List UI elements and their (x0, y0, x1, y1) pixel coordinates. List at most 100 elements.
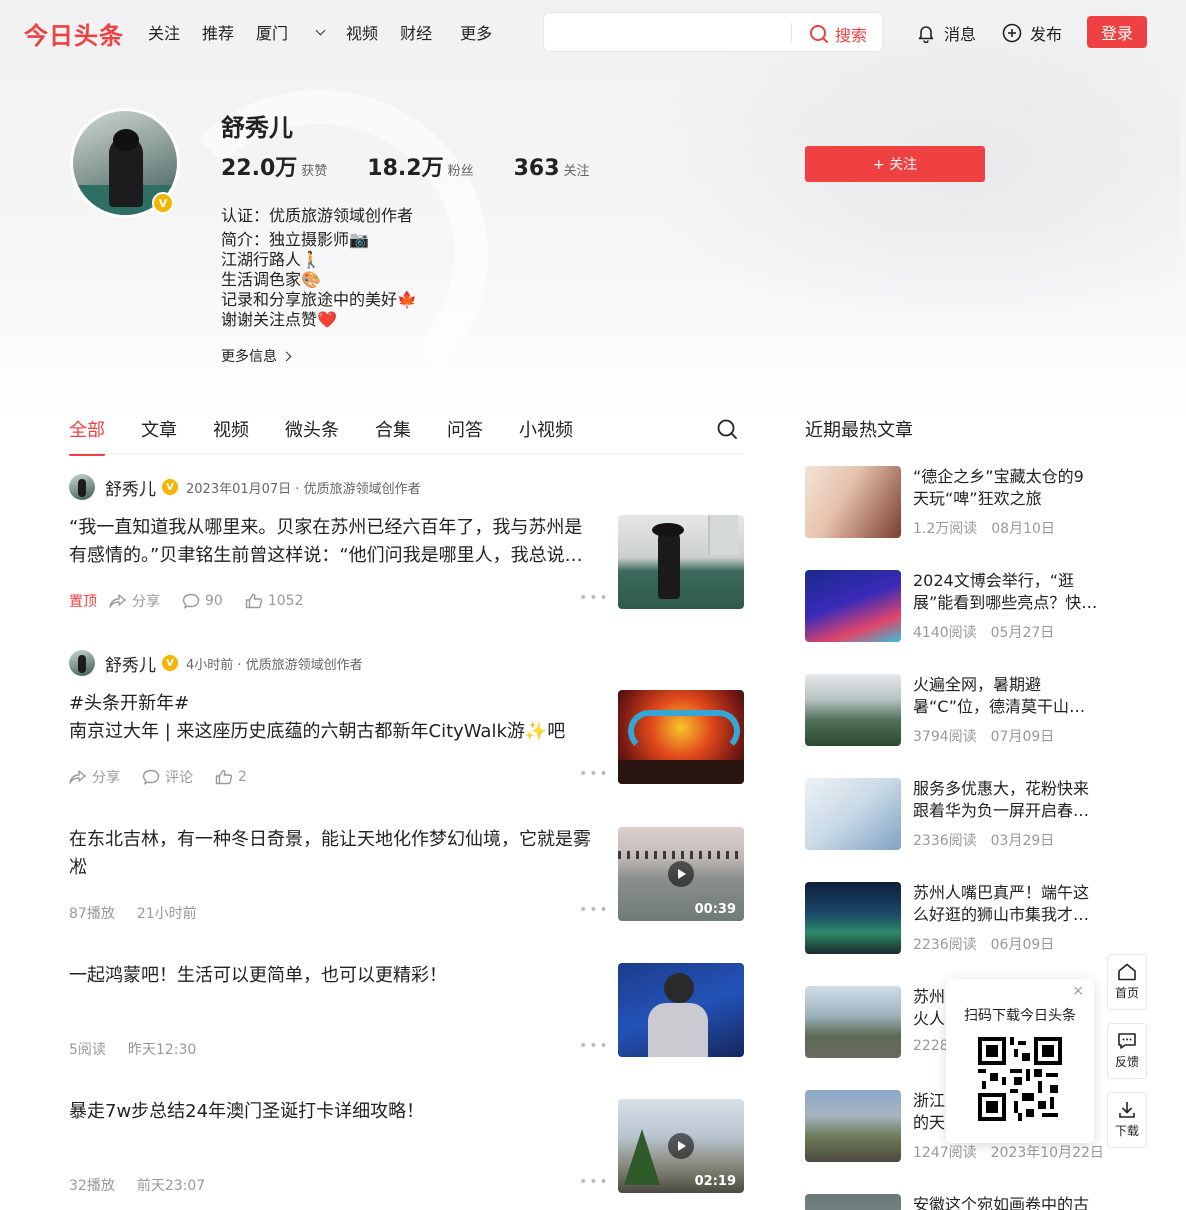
close-icon[interactable]: × (1072, 983, 1084, 999)
hot-article-thumbnail[interactable] (805, 466, 901, 538)
play-icon[interactable] (668, 861, 694, 887)
feed-thumbnail[interactable] (618, 963, 744, 1057)
tab-search-button[interactable] (716, 418, 738, 444)
hot-article-title[interactable]: 2024文博会举行，“逛展”能看到哪些亮点？快来看看吧 (913, 570, 1099, 614)
search-input[interactable] (554, 21, 788, 45)
feed-item[interactable]: 一起鸿蒙吧！生活可以更简单，也可以更精彩！ 5阅读 昨天12:30 ••• (69, 962, 745, 1062)
hot-article-reads: 2336阅读 (913, 833, 977, 849)
comment-icon (142, 769, 160, 785)
more-options-icon[interactable]: ••• (579, 902, 610, 918)
feed-text[interactable]: 在东北吉林，有一种冬日奇景，能让天地化作梦幻仙境，它就是雾凇 (69, 826, 599, 882)
hot-article-thumbnail[interactable] (805, 570, 901, 642)
tab-articles[interactable]: 文章 (141, 416, 177, 456)
video-thumbnail[interactable]: 00:39 (618, 827, 744, 921)
feed-text[interactable]: #头条开新年# 南京过大年 | 来这座历史底蕴的六朝古都新年CityWalk游✨… (69, 690, 599, 746)
play-icon[interactable] (668, 1133, 694, 1159)
author-avatar[interactable] (69, 474, 95, 500)
feed-stats: 5阅读 昨天12:30 (69, 1039, 218, 1059)
comment-button[interactable]: 90 (182, 593, 223, 609)
nav-item-recommend[interactable]: 推荐 (202, 20, 234, 44)
stat-following[interactable]: 363 关注 (514, 156, 590, 181)
feed-text[interactable]: “我一直知道我从哪里来。贝家在苏州已经六百年了，我与苏州是有感情的。”贝聿铭生前… (69, 514, 599, 570)
hot-article-thumbnail[interactable] (805, 882, 901, 954)
author-name[interactable]: 舒秀儿 (105, 475, 156, 500)
feed-item[interactable]: 在东北吉林，有一种冬日奇景，能让天地化作梦幻仙境，它就是雾凇 87播放 21小时… (69, 826, 745, 926)
nav-item-finance[interactable]: 财经 (400, 20, 432, 44)
nav-item-more[interactable]: 更多 (460, 20, 492, 44)
tab-collections[interactable]: 合集 (375, 416, 411, 456)
more-options-icon[interactable]: ••• (579, 590, 610, 606)
search-button-label: 搜索 (835, 26, 868, 45)
logo[interactable]: 今日头条 (24, 16, 124, 51)
hot-article-thumbnail[interactable] (805, 674, 901, 746)
hot-article[interactable]: 安徽这个宛如画卷中的古 (805, 1194, 1105, 1210)
play-count: 32播放 (69, 1178, 115, 1194)
hot-article-title[interactable]: 安徽这个宛如画卷中的古 (913, 1194, 1099, 1210)
qr-code-icon (978, 1037, 1062, 1121)
share-button[interactable]: 分享 (109, 591, 160, 611)
tab-all[interactable]: 全部 (69, 416, 105, 456)
hot-article-title[interactable]: “德企之乡”宝藏太仓的9天玩“啤”狂欢之旅 (913, 466, 1099, 510)
hot-article-thumbnail[interactable] (805, 986, 901, 1058)
nav-item-video[interactable]: 视频 (346, 20, 378, 44)
more-options-icon[interactable]: ••• (579, 1038, 610, 1054)
tab-qa[interactable]: 问答 (447, 416, 483, 456)
home-side-label: 首页 (1114, 986, 1139, 1000)
more-options-icon[interactable]: ••• (579, 766, 610, 782)
feed-text[interactable]: 暴走7w步总结24年澳门圣诞打卡详细攻略！ (69, 1098, 599, 1126)
nav-item-follow[interactable]: 关注 (148, 20, 180, 44)
hot-article-title[interactable]: 服务多优惠大，花粉快来跟着华为负一屏开启春日之旅 (913, 778, 1099, 822)
download-side-button[interactable]: 下载 (1107, 1092, 1147, 1148)
hot-article-date: 08月10日 (991, 521, 1055, 537)
hot-article[interactable]: 服务多优惠大，花粉快来跟着华为负一屏开启春日之旅 2336阅读 03月29日 (805, 778, 1105, 852)
like-button[interactable]: 2 (215, 769, 247, 785)
feed-item[interactable]: 舒秀儿 V 4小时前 · 优质旅游领域创作者 #头条开新年# 南京过大年 | 来… (69, 650, 745, 800)
hot-article[interactable]: 苏州人嘴巴真严！端午这么好逛的狮山市集我才知道 2236阅读 06月09日 (805, 882, 1105, 956)
search-button[interactable]: 搜索 (809, 22, 867, 46)
hot-article-title-line: 浙江 (913, 1091, 946, 1110)
feed-thumbnail[interactable] (618, 690, 744, 784)
login-button[interactable]: 登录 (1087, 16, 1147, 48)
publish-button[interactable]: 发布 (1002, 21, 1062, 45)
more-info-link[interactable]: 更多信息 (221, 346, 292, 366)
tab-micro[interactable]: 微头条 (285, 416, 339, 456)
tab-videos[interactable]: 视频 (213, 416, 249, 456)
thumbnail-hat (652, 523, 684, 537)
hot-article-thumbnail[interactable] (805, 1090, 901, 1162)
comment-button[interactable]: 评论 (142, 767, 193, 787)
hot-article[interactable]: 火遍全网，暑期避暑“C”位，德清莫干山到底掌握了什么秘诀 3794阅读 07月09… (805, 674, 1105, 748)
hot-article[interactable]: “德企之乡”宝藏太仓的9天玩“啤”狂欢之旅 1.2万阅读 08月10日 (805, 466, 1105, 540)
chevron-right-icon (281, 351, 292, 361)
hot-article-title[interactable]: 火遍全网，暑期避暑“C”位，德清莫干山到底掌握了什么秘诀 (913, 674, 1099, 718)
more-options-icon[interactable]: ••• (579, 1174, 610, 1190)
feed-text[interactable]: 一起鸿蒙吧！生活可以更简单，也可以更精彩！ (69, 962, 599, 990)
feed-item[interactable]: 暴走7w步总结24年澳门圣诞打卡详细攻略！ 32播放 前天23:07 ••• 0… (69, 1098, 745, 1198)
stat-fans-num: 18.2万 (367, 156, 444, 181)
nav-item-city[interactable]: 厦门 (256, 20, 326, 44)
messages-button[interactable]: 消息 (916, 21, 976, 45)
bio: 简介：独立摄影师📷 江湖行路人🚶 生活调色家🎨 记录和分享旅途中的美好🍁 谢谢关… (221, 230, 417, 330)
video-thumbnail[interactable]: 02:19 (618, 1099, 744, 1193)
bio-line: 简介：独立摄影师📷 (221, 230, 369, 249)
hot-article[interactable]: 2024文博会举行，“逛展”能看到哪些亮点？快来看看吧 4140阅读 05月27日 (805, 570, 1105, 644)
follow-button[interactable]: + 关注 (805, 146, 985, 182)
hot-article-thumbnail[interactable] (805, 1194, 901, 1210)
feed-item[interactable]: 舒秀儿 V 2023年01月07日 · 优质旅游领域创作者 “我一直知道我从哪里… (69, 474, 745, 624)
author-avatar[interactable] (69, 650, 95, 676)
hot-article-title[interactable]: 苏州人嘴巴真严！端午这么好逛的狮山市集我才知道 (913, 882, 1099, 926)
share-button[interactable]: 分享 (69, 767, 120, 787)
hot-article-thumbnail[interactable] (805, 778, 901, 850)
feedback-side-button[interactable]: 反馈 (1107, 1023, 1147, 1079)
tab-short-video[interactable]: 小视频 (519, 416, 573, 456)
hot-article-reads: 2236阅读 (913, 937, 977, 953)
home-side-button[interactable]: 首页 (1107, 954, 1147, 1010)
like-button[interactable]: 1052 (245, 593, 303, 609)
top-header: 今日头条 关注 推荐 厦门 视频 财经 更多 搜索 消息 发布 登录 (0, 0, 1186, 64)
feed-thumbnail[interactable] (618, 515, 744, 609)
author-name[interactable]: 舒秀儿 (105, 651, 156, 676)
profile-stats: 22.0万 获赞 18.2万 粉丝 363 关注 (221, 150, 630, 182)
stat-fans[interactable]: 18.2万 粉丝 (367, 150, 473, 182)
publish-time: 前天23:07 (136, 1178, 206, 1194)
stat-likes-label: 获赞 (301, 164, 328, 179)
hot-articles-title: 近期最热文章 (805, 420, 913, 441)
